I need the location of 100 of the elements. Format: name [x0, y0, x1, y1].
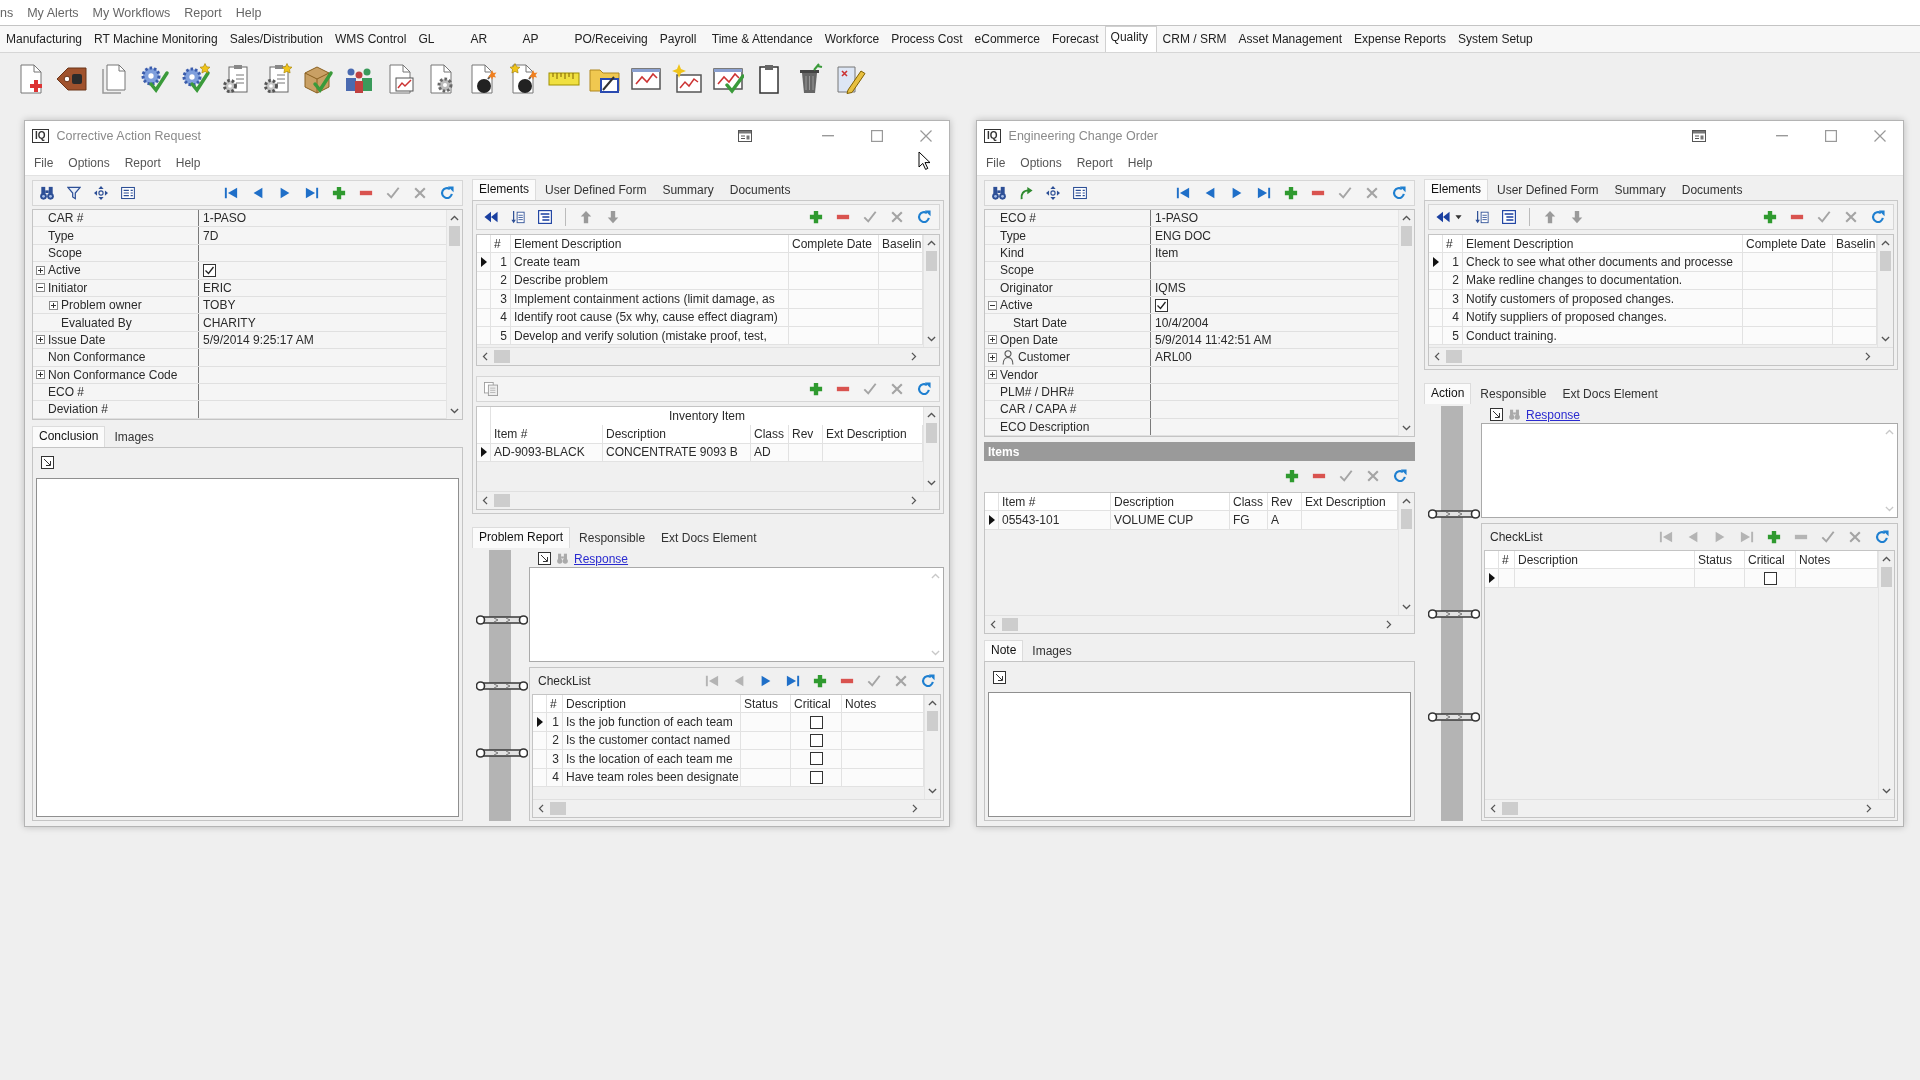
refresh-icon[interactable] [1393, 469, 1407, 484]
scroll-thumb[interactable] [494, 494, 510, 507]
list-icon[interactable] [538, 210, 552, 224]
collapse-icon[interactable] [36, 283, 45, 293]
chevron-up-icon[interactable] [1402, 498, 1411, 505]
scroll-thumb[interactable] [926, 423, 937, 443]
scroll-thumb[interactable] [494, 350, 510, 363]
module-tab[interactable]: Payroll [653, 28, 706, 52]
minimize-icon[interactable] [822, 135, 834, 137]
refresh-icon[interactable] [917, 382, 931, 396]
scroll-thumb[interactable] [1880, 251, 1891, 271]
chevron-right-icon[interactable] [912, 804, 918, 813]
chevron-up-icon[interactable] [450, 215, 459, 221]
form-icon[interactable] [1073, 186, 1087, 200]
checkmark-icon[interactable] [1821, 530, 1835, 544]
value-field[interactable]: ARL00 [1151, 349, 1398, 366]
checkmark-icon[interactable] [1339, 469, 1353, 484]
chevron-right-icon[interactable] [1386, 620, 1392, 630]
scroll-thumb[interactable] [927, 711, 938, 731]
plus-icon[interactable] [809, 382, 823, 396]
refresh-icon[interactable] [917, 210, 931, 224]
popout-icon[interactable] [41, 456, 54, 470]
refresh-icon[interactable] [440, 186, 454, 200]
expand-icon[interactable] [988, 370, 997, 380]
module-tab[interactable]: Workforce [818, 28, 886, 52]
cross-icon[interactable] [894, 674, 908, 688]
scroll-thumb[interactable] [449, 226, 460, 246]
scroll-thumb[interactable] [1002, 618, 1018, 632]
expand-icon[interactable] [36, 370, 45, 380]
value-field[interactable]: 5/9/2014 9:25:17 AM [199, 331, 446, 349]
module-tab[interactable]: Expense Reports [1348, 28, 1453, 52]
window-icon[interactable] [738, 130, 752, 142]
response-link[interactable]: Response [574, 551, 629, 566]
curved-arrow-icon[interactable] [1019, 186, 1033, 200]
popout-icon[interactable] [538, 552, 551, 565]
cross-icon[interactable] [890, 210, 904, 224]
plus-icon[interactable] [1763, 210, 1777, 224]
checkbox[interactable] [1155, 298, 1168, 312]
value-field[interactable]: IQMS [1151, 279, 1398, 296]
chevron-left-icon[interactable] [538, 804, 544, 813]
next-icon[interactable] [1230, 186, 1244, 200]
tab[interactable]: Elements [472, 179, 537, 200]
plus-icon[interactable] [813, 674, 827, 688]
close-icon[interactable] [920, 130, 932, 142]
scroll-thumb[interactable] [1502, 802, 1518, 815]
tab[interactable]: Problem Report [472, 527, 571, 548]
cross-icon[interactable] [890, 382, 904, 396]
previous-icon[interactable] [251, 186, 265, 200]
expand-icon[interactable] [988, 352, 997, 362]
refresh-icon[interactable] [1875, 530, 1889, 544]
menu-item[interactable]: Help [235, 5, 262, 20]
tab[interactable]: Action [1424, 383, 1472, 404]
plus-icon[interactable] [1285, 469, 1299, 484]
cross-icon[interactable] [1366, 469, 1380, 484]
module-tab[interactable]: Manufacturing [0, 28, 89, 52]
module-tab[interactable]: Sales/Distribution [223, 28, 330, 52]
binoculars-icon[interactable] [40, 186, 54, 200]
chevron-left-icon[interactable] [1434, 352, 1440, 361]
checkbox[interactable] [203, 263, 216, 277]
documents-icon[interactable] [484, 382, 498, 396]
expand-icon[interactable] [988, 335, 997, 345]
document-bomb-star-icon[interactable] [507, 62, 539, 95]
down-arrow-icon[interactable] [1570, 210, 1584, 224]
plus-icon[interactable] [332, 186, 346, 200]
tab[interactable]: Ext Docs Element [654, 528, 764, 548]
chevron-down-icon[interactable] [927, 480, 936, 486]
module-tab[interactable]: PO/Receiving [568, 28, 654, 52]
chevron-left-icon[interactable] [482, 496, 488, 505]
up-arrow-icon[interactable] [579, 210, 593, 224]
skip-last-icon[interactable] [1257, 186, 1271, 200]
scroll-thumb[interactable] [926, 251, 937, 271]
value-field[interactable]: 10/4/2004 [1151, 314, 1398, 331]
menu-item[interactable]: Help [1127, 156, 1153, 170]
module-tab[interactable]: Asset Management [1232, 28, 1348, 52]
tab[interactable]: Summary [1607, 180, 1673, 200]
value-field[interactable]: 1-PASO [199, 210, 446, 227]
menu-item[interactable]: My Workflows [92, 5, 171, 20]
plus-icon[interactable] [1284, 186, 1298, 200]
checkmark-icon[interactable] [867, 674, 881, 688]
value-field[interactable]: TOBY [199, 296, 446, 314]
tab[interactable]: Responsible [1473, 384, 1554, 404]
chevron-right-icon[interactable] [911, 496, 917, 505]
checkbox[interactable] [809, 733, 823, 747]
module-tab[interactable]: WMS Control [329, 28, 413, 52]
cross-icon[interactable] [1365, 186, 1379, 200]
tab[interactable]: User Defined Form [1490, 180, 1606, 200]
text-area[interactable] [988, 692, 1411, 817]
chevron-left-icon[interactable] [990, 620, 996, 630]
value-field[interactable]: 7D [199, 227, 446, 244]
scroll-thumb[interactable] [550, 802, 566, 815]
chevron-right-icon[interactable] [911, 352, 917, 361]
sort-icon[interactable] [1475, 210, 1489, 224]
chevron-left-icon[interactable] [1490, 804, 1496, 813]
scroll-thumb[interactable] [1881, 567, 1892, 587]
tab[interactable]: Note [984, 640, 1024, 662]
checkmark-icon[interactable] [386, 186, 400, 200]
menu-item[interactable]: Report [1076, 156, 1113, 170]
plus-icon[interactable] [1767, 530, 1781, 544]
value-field[interactable]: ERIC [199, 279, 446, 296]
chevron-down-icon[interactable] [1402, 425, 1411, 432]
